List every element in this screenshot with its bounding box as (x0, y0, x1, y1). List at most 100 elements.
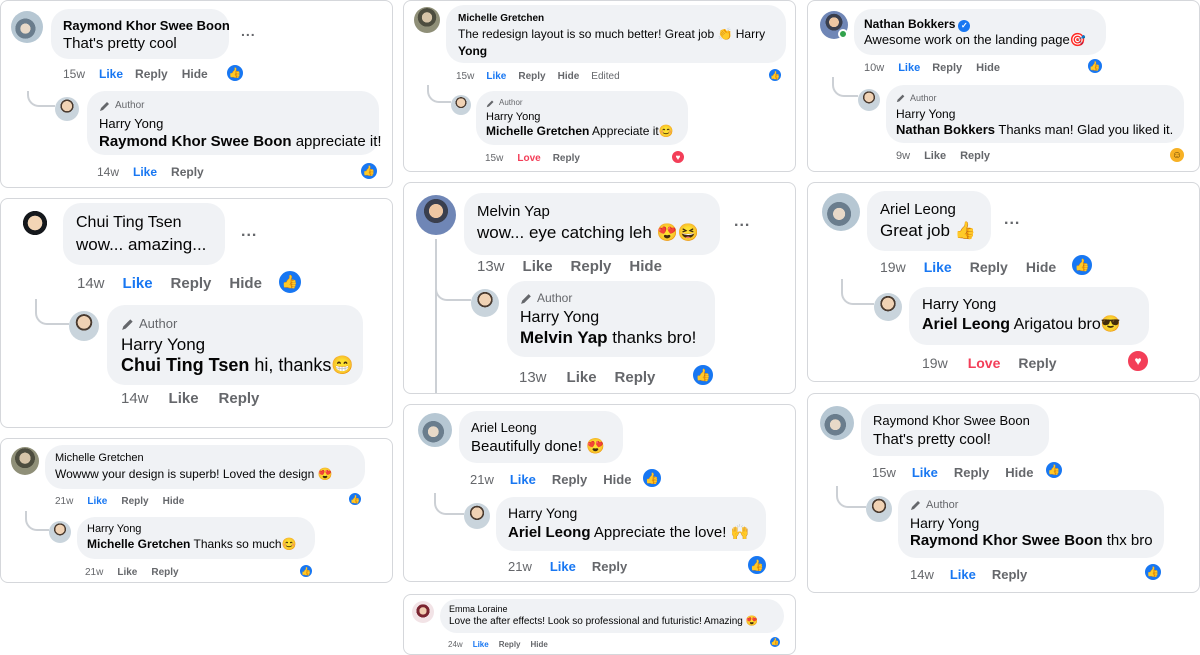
like-reaction-icon[interactable]: 👍 (298, 563, 314, 579)
reply-avatar[interactable] (69, 311, 99, 341)
reply-button[interactable]: Reply (592, 559, 627, 574)
reply-button[interactable]: Reply (615, 369, 656, 386)
love-button[interactable]: Love (517, 153, 540, 164)
reply-button[interactable]: Reply (552, 472, 587, 487)
reply-avatar[interactable] (858, 89, 880, 111)
reply-author-name[interactable]: Harry Yong (896, 106, 1174, 122)
like-button[interactable]: Like (99, 67, 123, 81)
like-button[interactable]: Like (486, 71, 506, 82)
more-options-icon[interactable]: ... (1004, 211, 1020, 229)
hide-button[interactable]: Hide (182, 67, 208, 81)
like-button[interactable]: Like (523, 258, 553, 275)
hide-button[interactable]: Hide (1005, 465, 1033, 480)
like-button[interactable]: Like (924, 150, 946, 162)
commenter-name[interactable]: Michelle Gretchen (55, 451, 355, 466)
like-reaction-icon[interactable]: 👍 (359, 161, 379, 181)
avatar[interactable] (822, 193, 860, 231)
reply-button[interactable]: Reply (992, 567, 1027, 582)
more-options-icon[interactable]: ... (241, 223, 257, 241)
reply-button[interactable]: Reply (1018, 355, 1056, 371)
reply-author-name[interactable]: Harry Yong (922, 295, 1136, 315)
reply-author-name[interactable]: Harry Yong (910, 514, 1152, 532)
reply-button[interactable]: Reply (499, 640, 521, 649)
avatar[interactable] (11, 447, 39, 475)
like-reaction-icon[interactable]: 👍 (1143, 562, 1163, 582)
like-reaction-icon[interactable]: 👍 (768, 635, 782, 649)
mentioned-name[interactable]: Michelle Gretchen (87, 537, 190, 551)
reply-author-name[interactable]: Harry Yong (87, 522, 305, 537)
hide-button[interactable]: Hide (163, 496, 185, 507)
mentioned-name[interactable]: Michelle Gretchen (486, 124, 589, 138)
reply-button[interactable]: Reply (219, 390, 260, 407)
hide-button[interactable]: Hide (558, 71, 580, 82)
reply-button[interactable]: Reply (171, 275, 212, 292)
reply-avatar[interactable] (874, 293, 902, 321)
reply-avatar[interactable] (866, 496, 892, 522)
avatar[interactable] (414, 7, 440, 33)
commenter-name[interactable]: Nathan Bokkers ✓ (864, 16, 1096, 32)
reply-author-name[interactable]: Harry Yong (486, 110, 678, 124)
commenter-name[interactable]: Michelle Gretchen (458, 12, 774, 26)
love-reaction-icon[interactable]: ♥ (670, 149, 686, 165)
reply-button[interactable]: Reply (151, 567, 178, 578)
hide-button[interactable]: Hide (531, 640, 548, 649)
like-reaction-icon[interactable]: 👍 (347, 491, 363, 507)
like-reaction-icon[interactable]: 👍 (746, 554, 768, 576)
love-reaction-icon[interactable]: ♥ (1126, 349, 1150, 373)
reply-avatar[interactable] (464, 503, 490, 529)
reply-avatar[interactable] (49, 521, 71, 543)
like-reaction-icon[interactable]: 👍 (225, 63, 245, 83)
like-button[interactable]: Like (169, 390, 199, 407)
reply-button[interactable]: Reply (954, 465, 989, 480)
reply-author-name[interactable]: Harry Yong (508, 504, 754, 523)
reply-button[interactable]: Reply (121, 496, 148, 507)
like-button[interactable]: Like (550, 559, 576, 574)
love-button[interactable]: Love (968, 355, 1001, 371)
like-button[interactable]: Like (898, 62, 920, 74)
reply-button[interactable]: Reply (571, 258, 612, 275)
like-reaction-icon[interactable]: 👍 (277, 269, 303, 295)
like-button[interactable]: Like (473, 640, 489, 649)
mentioned-name[interactable]: Raymond Khor Swee Boon (99, 133, 292, 150)
like-reaction-icon[interactable]: 👍 (1044, 460, 1064, 480)
commenter-name[interactable]: Emma Loraine (449, 603, 775, 615)
reply-button[interactable]: Reply (970, 259, 1008, 275)
more-options-icon[interactable]: ... (734, 213, 750, 231)
like-reaction-icon[interactable]: 👍 (767, 67, 783, 83)
reply-author-name[interactable]: Harry Yong (99, 115, 367, 133)
reply-avatar[interactable] (471, 289, 499, 317)
like-button[interactable]: Like (950, 567, 976, 582)
avatar[interactable] (416, 195, 456, 235)
reply-button[interactable]: Reply (960, 150, 990, 162)
commenter-name[interactable]: Chui Ting Tsen (76, 212, 212, 234)
avatar[interactable] (820, 406, 854, 440)
reply-author-name[interactable]: Harry Yong (121, 334, 349, 355)
like-button[interactable]: Like (567, 369, 597, 386)
like-reaction-icon[interactable]: 👍 (641, 467, 663, 489)
like-button[interactable]: Like (117, 567, 137, 578)
care-reaction-icon[interactable]: ☺ (1168, 146, 1186, 164)
like-reaction-icon[interactable]: 👍 (1086, 57, 1104, 75)
commenter-name[interactable]: Melvin Yap (477, 202, 707, 222)
like-button[interactable]: Like (924, 259, 952, 275)
like-button[interactable]: Like (123, 275, 153, 292)
hide-button[interactable]: Hide (603, 472, 631, 487)
like-button[interactable]: Like (912, 465, 938, 480)
avatar[interactable] (418, 413, 452, 447)
reply-button[interactable]: Reply (553, 153, 580, 164)
reply-button[interactable]: Reply (932, 62, 962, 74)
commenter-name[interactable]: Ariel Leong (471, 419, 611, 437)
commenter-name[interactable]: Ariel Leong (880, 200, 978, 220)
like-button[interactable]: Like (87, 496, 107, 507)
hide-button[interactable]: Hide (1026, 259, 1056, 275)
like-button[interactable]: Like (510, 472, 536, 487)
mentioned-name[interactable]: Chui Ting Tsen (121, 355, 249, 375)
mentioned-name[interactable]: Raymond Khor Swee Boon (910, 532, 1103, 549)
like-button[interactable]: Like (133, 165, 157, 179)
like-reaction-icon[interactable]: 👍 (691, 363, 715, 387)
avatar[interactable] (15, 205, 55, 245)
avatar[interactable] (412, 601, 434, 623)
reply-avatar[interactable] (55, 97, 79, 121)
hide-button[interactable]: Hide (229, 275, 262, 292)
mentioned-name[interactable]: Ariel Leong (922, 316, 1010, 333)
